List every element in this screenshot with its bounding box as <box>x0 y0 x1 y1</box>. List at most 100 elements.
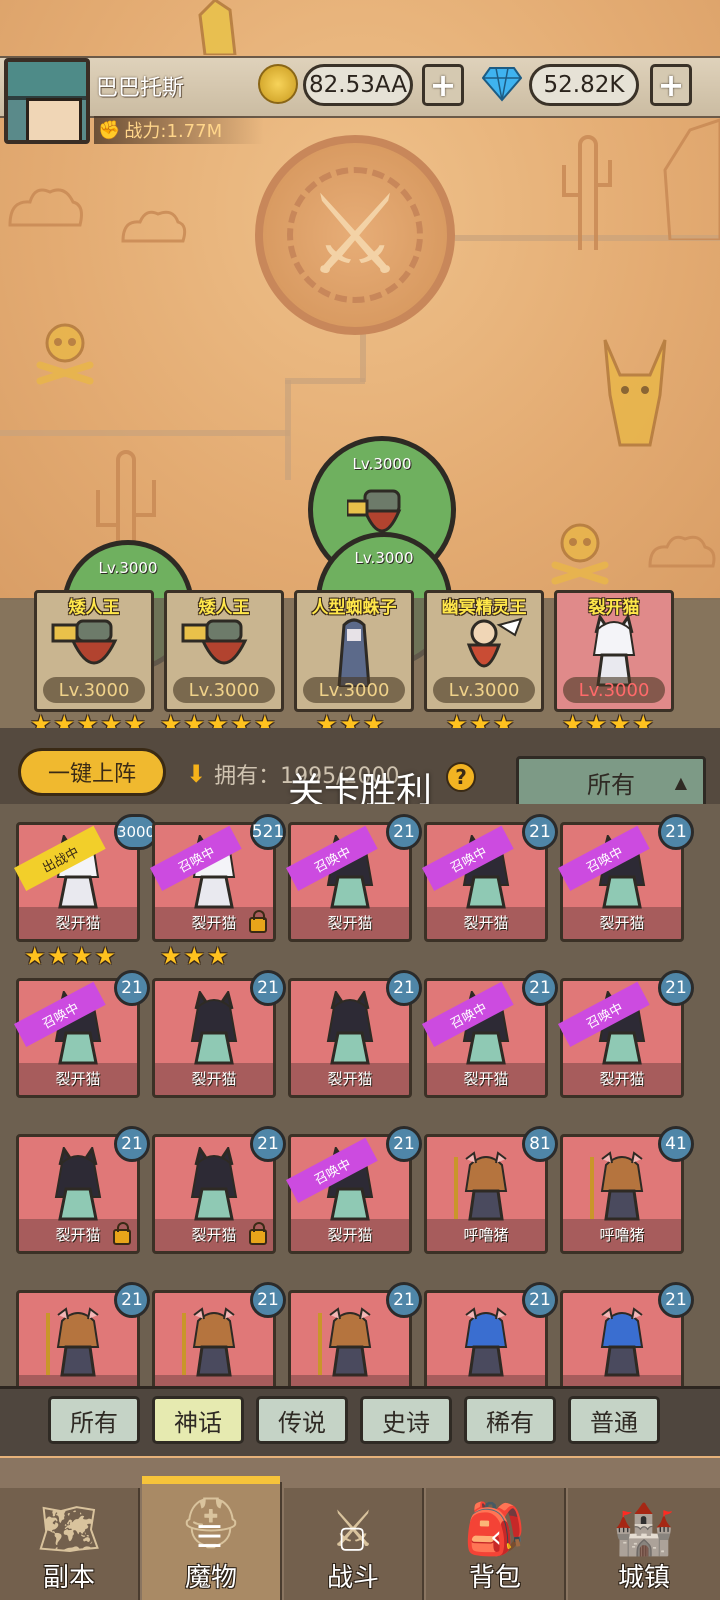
crossed-swords-icon: ⚔ <box>305 171 405 299</box>
cactus-icon <box>562 135 612 250</box>
combat-power-value: 战力:1.77M <box>124 121 223 142</box>
player-avatar[interactable] <box>4 58 90 144</box>
dwarf-king-sprite <box>181 619 248 665</box>
lineup-level: Lv.3000 <box>303 677 405 703</box>
rarity-tab-rare[interactable]: 稀有 <box>464 1396 556 1444</box>
monster-level-badge: 21 <box>522 970 558 1006</box>
monster-stars: ★ ★ ★ <box>160 944 229 968</box>
monster-level-badge: 41 <box>658 1126 694 1162</box>
monster-name: 裂开猫 <box>327 1070 373 1088</box>
rarity-tab-legendary[interactable]: 传说 <box>256 1396 348 1444</box>
map-path <box>285 378 365 384</box>
cat-black-sprite <box>190 991 238 1065</box>
map-path <box>285 380 291 480</box>
player-name: 巴巴托斯 <box>96 76 185 101</box>
monster-level-badge: 21 <box>250 1282 286 1318</box>
bush-icon <box>121 210 187 243</box>
rarity-tab-epic[interactable]: 史诗 <box>360 1396 452 1444</box>
monster-name: 裂开猫 <box>599 1070 645 1088</box>
pig-blue-sprite <box>600 1307 644 1377</box>
monster-level-badge: 21 <box>250 970 286 1006</box>
monster-name: 裂开猫 <box>55 914 101 932</box>
gold-amount: 82.53AA <box>303 64 413 106</box>
rarity-tab-mythic[interactable]: 神话 <box>152 1396 244 1444</box>
rarity-tab-common[interactable]: 普通 <box>568 1396 660 1444</box>
nav-label: 战斗 <box>326 1563 379 1593</box>
monster-level-badge: 21 <box>658 970 694 1006</box>
monster-level-badge: 21 <box>114 970 150 1006</box>
cat-black-sprite <box>190 1147 238 1221</box>
nav-label: 城镇 <box>617 1563 670 1593</box>
star-icon: ★ <box>47 942 70 970</box>
monster-level-badge: 21 <box>114 1282 150 1318</box>
lineup-slot-2[interactable]: 矮人王 Lv.3000 <box>164 590 284 712</box>
bush-icon <box>8 188 83 227</box>
monster-name: 裂开猫 <box>191 1070 237 1088</box>
lineup-level: Lv.3000 <box>43 677 145 703</box>
monster-level-badge: 21 <box>658 814 694 850</box>
monster-name: 裂开猫 <box>327 1226 373 1244</box>
bush-icon <box>648 535 716 568</box>
monster-name: 裂开猫 <box>463 914 509 932</box>
gold-coin-icon <box>258 64 298 104</box>
lineup-slot-4[interactable]: 幽冥精灵王 Lv.3000 <box>424 590 544 712</box>
rock-formation-icon <box>663 118 720 240</box>
dwarf-king-sprite <box>51 619 118 665</box>
star-icon: ★ <box>71 942 93 970</box>
monster-stars: ★ ★ ★ ★ <box>24 944 116 968</box>
pig-sprite <box>590 1151 644 1221</box>
crystal-icon <box>198 0 237 55</box>
field-unit-level: Lv.3000 <box>98 559 158 577</box>
monster-level-badge: 21 <box>386 814 422 850</box>
avatar-face <box>26 98 82 140</box>
monster-level-badge: 21 <box>250 1126 286 1162</box>
cat-black-sprite <box>326 991 374 1065</box>
lineup-level: Lv.3000 <box>433 677 535 703</box>
map-path <box>0 430 290 436</box>
monster-level-badge: 21 <box>386 970 422 1006</box>
pig-sprite <box>318 1307 372 1377</box>
gem-amount: 52.82K <box>529 64 639 106</box>
lineup-slot-1[interactable]: 矮人王 Lv.3000 <box>34 590 154 712</box>
lineup-slot-3[interactable]: 人型蜘蛛子 Lv.3000 <box>294 590 414 712</box>
monster-level-badge: 21 <box>114 1126 150 1162</box>
monster-name: 裂开猫 <box>55 1070 101 1088</box>
star-icon: ★ <box>207 942 229 970</box>
monster-level-badge: 21 <box>386 1126 422 1162</box>
lock-icon <box>249 910 267 933</box>
lineup-level: Lv.3000 <box>173 677 275 703</box>
monster-name: 裂开猫 <box>599 914 645 932</box>
system-home-icon[interactable]: ▢ <box>338 1520 366 1555</box>
lock-icon <box>113 1222 131 1245</box>
diamond-icon <box>482 67 522 102</box>
star-icon: ★ <box>183 942 206 970</box>
monster-name: 裂开猫 <box>327 914 373 932</box>
castle-icon: 🏰 <box>612 1500 676 1558</box>
system-menu-icon[interactable]: ☰ <box>196 1520 223 1555</box>
beast-statue-icon <box>603 339 667 447</box>
nav-label: 魔物 <box>184 1563 237 1593</box>
add-gems-button[interactable]: + <box>650 64 692 106</box>
add-gold-button[interactable]: + <box>422 64 464 106</box>
monster-level-badge: 81 <box>522 1126 558 1162</box>
nav-label: 副本 <box>42 1563 95 1593</box>
lineup-slot-5[interactable]: 裂开猫 Lv.3000 <box>554 590 674 712</box>
system-back-icon[interactable]: ‹ <box>490 1520 502 1555</box>
nav-tab-dungeon[interactable]: 🗺 副本 <box>0 1488 140 1600</box>
lineup-level: Lv.3000 <box>563 677 665 703</box>
pig-sprite <box>46 1307 100 1377</box>
star-icon: ★ <box>160 942 182 970</box>
map-path <box>360 330 366 382</box>
monster-level-badge: 21 <box>522 1282 558 1318</box>
battle-stage-emblem[interactable]: ⚔ <box>255 135 455 335</box>
pig-sprite <box>454 1151 508 1221</box>
nav-tab-town[interactable]: 🏰 城镇 <box>568 1488 720 1600</box>
rarity-tab-all[interactable]: 所有 <box>48 1396 140 1444</box>
monster-name: 裂开猫 <box>463 1070 509 1088</box>
monster-level-badge: 21 <box>658 1282 694 1318</box>
skull-icon <box>36 323 94 385</box>
star-icon: ★ <box>24 942 46 970</box>
avatar-hat <box>8 62 86 100</box>
lock-icon <box>249 1222 267 1245</box>
map-scroll-icon: 🗺 <box>37 1500 101 1558</box>
